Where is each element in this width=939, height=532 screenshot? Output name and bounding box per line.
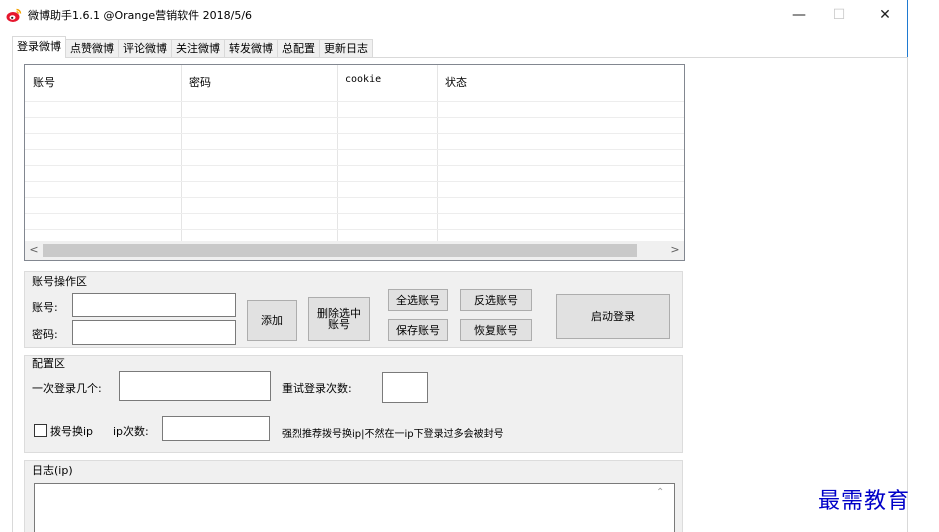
row-gridline [25, 229, 684, 230]
tab-like[interactable]: 点赞微博 [65, 39, 119, 58]
retry-label: 重试登录次数: [282, 382, 352, 395]
tab-global-config[interactable]: 总配置 [277, 39, 320, 58]
account-ops-title: 账号操作区 [32, 275, 87, 288]
tab-login[interactable]: 登录微博 [12, 36, 66, 58]
account-list-header: 账号 密码 cookie 状态 [25, 65, 684, 99]
select-all-button[interactable]: 全选账号 [388, 289, 448, 311]
tab-changelog[interactable]: 更新日志 [319, 39, 373, 58]
column-divider [181, 65, 182, 241]
title-bar[interactable]: 微博助手1.6.1 @Orange营销软件 2018/5/6 [0, 0, 908, 30]
scroll-left-icon[interactable]: < [27, 243, 41, 257]
row-gridline [25, 197, 684, 198]
tab-repost[interactable]: 转发微博 [224, 39, 278, 58]
ip-count-input[interactable] [162, 416, 270, 441]
row-gridline [25, 181, 684, 182]
row-gridline [25, 101, 684, 102]
scroll-right-icon[interactable]: > [668, 243, 682, 257]
per-login-input[interactable] [119, 371, 271, 401]
per-login-label: 一次登录几个: [32, 382, 102, 395]
minimize-icon: — [792, 7, 806, 23]
weibo-logo-icon [6, 8, 22, 22]
dial-checkbox-label[interactable]: 拨号换ip [50, 423, 93, 439]
dial-checkbox[interactable] [34, 424, 47, 437]
retry-input[interactable] [382, 372, 428, 403]
add-button[interactable]: 添加 [247, 300, 297, 341]
tab-comment[interactable]: 评论微博 [118, 39, 172, 58]
close-button[interactable]: ✕ [862, 0, 908, 30]
password-label: 密码: [32, 328, 58, 341]
invert-select-button[interactable]: 反选账号 [460, 289, 532, 311]
row-gridline [25, 149, 684, 150]
scrollbar-thumb[interactable] [43, 244, 637, 257]
dial-hint: 强烈推荐拨号换ip|不然在一ip下登录过多会被封号 [282, 429, 504, 440]
maximize-icon: ☐ [832, 7, 846, 23]
log-scroll-up-icon[interactable]: ⌃ [656, 487, 664, 498]
row-gridline [25, 165, 684, 166]
window-title: 微博助手1.6.1 @Orange营销软件 2018/5/6 [28, 9, 253, 22]
ip-count-label: ip次数: [113, 425, 149, 438]
restore-accounts-button[interactable]: 恢复账号 [460, 319, 532, 341]
delete-selected-button[interactable]: 删除选中账号 [308, 297, 370, 341]
close-icon: ✕ [879, 7, 891, 23]
column-header-status[interactable]: 状态 [437, 65, 683, 99]
watermark: 最需教育 [818, 489, 911, 514]
account-list[interactable]: 账号 密码 cookie 状态 < > [24, 64, 685, 261]
row-gridline [25, 117, 684, 118]
config-title: 配置区 [32, 357, 65, 370]
maximize-button[interactable]: ☐ [816, 0, 862, 30]
account-input[interactable] [72, 293, 236, 317]
password-input[interactable] [72, 320, 236, 345]
tab-follow[interactable]: 关注微博 [171, 39, 225, 58]
log-title: 日志(ip) [32, 464, 73, 477]
row-gridline [25, 133, 684, 134]
row-gridline [25, 213, 684, 214]
tab-strip: 登录微博 点赞微博 评论微博 关注微博 转发微博 总配置 更新日志 [12, 36, 373, 58]
column-divider [337, 65, 338, 241]
save-accounts-button[interactable]: 保存账号 [388, 319, 448, 341]
column-divider [437, 65, 438, 241]
horizontal-scrollbar[interactable]: < > [25, 241, 684, 260]
column-header-account[interactable]: 账号 [25, 65, 181, 99]
log-textarea[interactable] [34, 483, 675, 532]
column-header-password[interactable]: 密码 [181, 65, 337, 99]
column-header-cookie[interactable]: cookie [337, 65, 437, 99]
start-login-button[interactable]: 启动登录 [556, 294, 670, 339]
account-label: 账号: [32, 301, 58, 314]
